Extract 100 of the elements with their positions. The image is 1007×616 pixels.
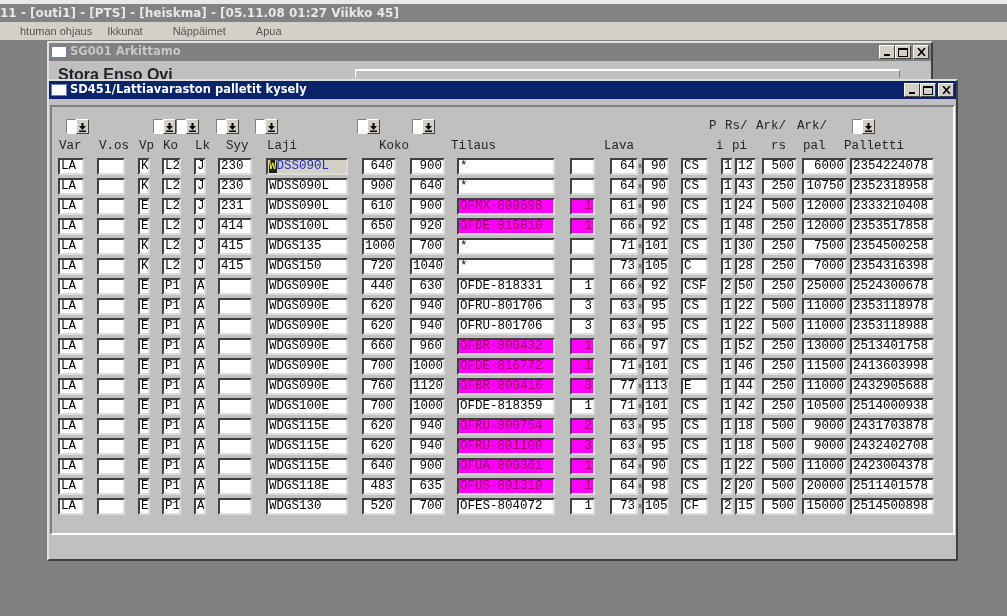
input-field[interactable]: OFDE-818359 <box>457 397 555 415</box>
input-field[interactable]: LA <box>58 457 84 475</box>
input-field[interactable]: 48 <box>735 217 756 235</box>
input-field[interactable]: P1 <box>162 377 181 395</box>
input-field[interactable]: CS <box>681 237 708 255</box>
input-field[interactable]: 483 <box>362 477 396 495</box>
filter-dropdown[interactable] <box>255 119 278 134</box>
input-field[interactable]: LA <box>58 497 84 515</box>
input-field[interactable]: 95 <box>642 417 669 435</box>
input-field[interactable]: 640 <box>362 157 396 175</box>
input-field[interactable]: 11000 <box>802 317 847 335</box>
input-field[interactable]: 22 <box>735 457 756 475</box>
input-field[interactable] <box>97 197 125 215</box>
input-field[interactable]: WDGS090E <box>266 377 348 395</box>
input-field[interactable]: 960 <box>410 337 445 355</box>
input-field[interactable]: CS <box>681 157 708 175</box>
input-field[interactable] <box>218 397 252 415</box>
input-field[interactable]: 1 <box>721 417 733 435</box>
input-field[interactable] <box>570 157 595 175</box>
input-field[interactable]: WDGS150 <box>266 257 348 275</box>
input-field[interactable]: 101 <box>642 237 669 255</box>
input-field[interactable]: 73 <box>610 497 638 515</box>
input-field[interactable]: 700 <box>410 237 445 255</box>
menu-item[interactable]: Näppäimet <box>172 22 226 40</box>
input-field[interactable]: WDGS130 <box>266 497 348 515</box>
input-field[interactable] <box>570 237 595 255</box>
input-field[interactable]: E <box>138 217 150 235</box>
input-field[interactable]: CF <box>681 497 708 515</box>
input-field[interactable]: E <box>138 277 150 295</box>
input-field[interactable] <box>218 477 252 495</box>
input-field[interactable]: E <box>138 197 150 215</box>
input-field[interactable]: L2 <box>162 197 181 215</box>
input-field[interactable]: E <box>138 437 150 455</box>
input-field[interactable] <box>97 337 125 355</box>
input-field[interactable]: 610 <box>362 197 396 215</box>
input-field[interactable]: 940 <box>410 317 445 335</box>
input-field[interactable]: 7500 <box>802 237 847 255</box>
input-field[interactable]: 30 <box>735 237 756 255</box>
input-field[interactable]: 620 <box>362 317 396 335</box>
input-field[interactable]: 250 <box>762 237 797 255</box>
input-field[interactable]: J <box>194 257 206 275</box>
input-field[interactable]: 63 <box>610 297 638 315</box>
input-field[interactable]: J <box>194 237 206 255</box>
input-field[interactable]: 64 <box>610 477 638 495</box>
input-field[interactable] <box>97 217 125 235</box>
input-field[interactable]: 1000 <box>362 237 396 255</box>
input-field[interactable] <box>97 457 125 475</box>
input-field[interactable] <box>97 477 125 495</box>
input-field[interactable]: K <box>138 257 150 275</box>
input-field[interactable]: J <box>194 157 206 175</box>
input-field[interactable]: 20000 <box>802 477 847 495</box>
input-field[interactable]: P1 <box>162 317 181 335</box>
input-field[interactable]: LA <box>58 157 84 175</box>
input-field[interactable]: 77 <box>610 377 638 395</box>
input-field[interactable] <box>218 277 252 295</box>
input-field[interactable]: 90 <box>642 177 669 195</box>
input-field[interactable]: E <box>138 497 150 515</box>
input-field[interactable]: 2354500258 <box>850 237 934 255</box>
input-field[interactable]: 1 <box>721 217 733 235</box>
input-field[interactable]: 3 <box>570 297 595 315</box>
input-field[interactable]: CS <box>681 477 708 495</box>
input-field[interactable]: 250 <box>762 337 797 355</box>
input-field[interactable]: E <box>681 377 708 395</box>
input-field[interactable] <box>218 457 252 475</box>
input-field[interactable]: 90 <box>642 197 669 215</box>
input-field[interactable]: 2353517858 <box>850 217 934 235</box>
input-field[interactable]: E <box>138 317 150 335</box>
input-field[interactable]: A <box>194 277 206 295</box>
input-field[interactable]: 63 <box>610 317 638 335</box>
input-field[interactable]: LA <box>58 477 84 495</box>
input-field[interactable]: 12000 <box>802 217 847 235</box>
filter-dropdown[interactable] <box>153 119 176 134</box>
filter-dropdown[interactable] <box>412 119 435 134</box>
input-field[interactable]: 98 <box>642 477 669 495</box>
input-field[interactable]: CS <box>681 337 708 355</box>
input-field[interactable]: LA <box>58 337 84 355</box>
input-field[interactable]: 9000 <box>802 417 847 435</box>
input-field[interactable]: 630 <box>410 277 445 295</box>
input-field[interactable]: 1 <box>721 297 733 315</box>
input-field[interactable]: 520 <box>362 497 396 515</box>
input-field[interactable]: 250 <box>762 257 797 275</box>
input-field[interactable]: A <box>194 397 206 415</box>
input-field[interactable]: OFRU-801706 <box>457 317 555 335</box>
input-field[interactable]: LA <box>58 397 84 415</box>
menu-item[interactable]: Apua <box>255 22 282 40</box>
input-field[interactable]: A <box>194 497 206 515</box>
input-field[interactable]: 500 <box>762 317 797 335</box>
input-field[interactable]: P1 <box>162 497 181 515</box>
input-field[interactable]: 415 <box>218 257 252 275</box>
input-field[interactable] <box>218 297 252 315</box>
menu-item[interactable]: Ikkunat <box>107 22 143 40</box>
input-field[interactable]: CS <box>681 397 708 415</box>
input-field[interactable]: 2514000938 <box>850 397 934 415</box>
input-field[interactable]: WDGS090E <box>266 297 348 315</box>
input-field[interactable]: E <box>138 417 150 435</box>
input-field[interactable]: A <box>194 437 206 455</box>
input-field[interactable] <box>570 257 595 275</box>
input-field[interactable]: CSF <box>681 277 708 295</box>
input-field[interactable]: P1 <box>162 357 181 375</box>
input-field[interactable] <box>97 157 125 175</box>
